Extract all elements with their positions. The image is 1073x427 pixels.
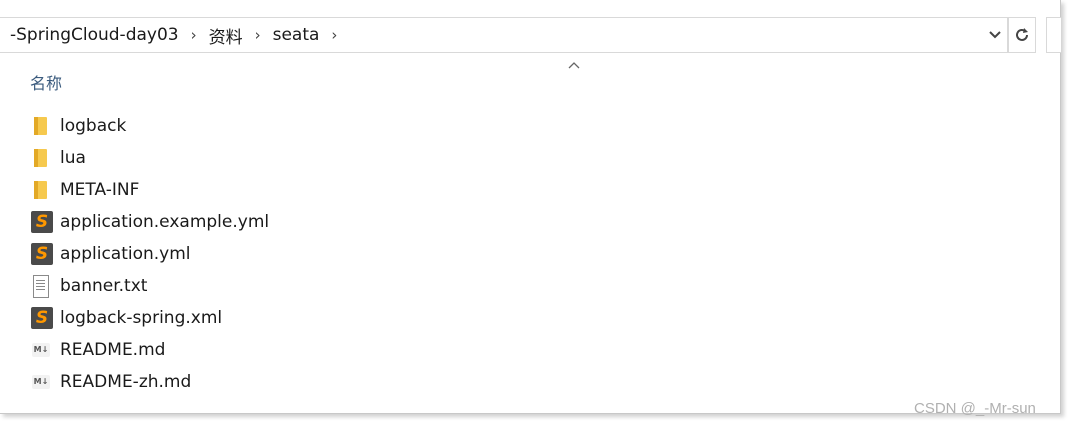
file-name: lua xyxy=(60,148,86,168)
file-list: logback lua META-INF S application.examp… xyxy=(30,110,269,398)
list-item[interactable]: S application.yml xyxy=(30,238,269,270)
markdown-file-icon: M↓ xyxy=(30,370,50,394)
list-item[interactable]: META-INF xyxy=(30,174,269,206)
address-bar[interactable]: -SpringCloud-day03 › 资料 › seata › xyxy=(0,17,1008,53)
folder-icon xyxy=(30,178,50,202)
folder-icon xyxy=(30,146,50,170)
breadcrumb-item-资料[interactable]: 资料 xyxy=(207,23,245,48)
list-item[interactable]: M↓ README-zh.md xyxy=(30,366,269,398)
text-file-icon xyxy=(30,274,50,298)
file-name: application.yml xyxy=(60,244,191,264)
chevron-right-icon[interactable]: › xyxy=(245,26,271,44)
file-name: logback-spring.xml xyxy=(60,308,223,328)
search-box[interactable] xyxy=(1046,17,1061,53)
chevron-right-icon[interactable]: › xyxy=(181,26,207,44)
sort-ascending-icon xyxy=(568,58,580,72)
file-name: application.example.yml xyxy=(60,212,270,232)
watermark: CSDN @_-Mr-sun xyxy=(914,400,1036,417)
list-item[interactable]: logback xyxy=(30,110,269,142)
list-item[interactable]: S application.example.yml xyxy=(30,206,269,238)
list-item[interactable]: M↓ README.md xyxy=(30,334,269,366)
explorer-window: -SpringCloud-day03 › 资料 › seata › 名称 log… xyxy=(0,0,1061,414)
markdown-file-icon: M↓ xyxy=(30,338,50,362)
file-name: logback xyxy=(60,116,127,136)
breadcrumb-item-seata[interactable]: seata xyxy=(271,25,322,45)
chevron-right-icon[interactable]: › xyxy=(321,26,347,44)
list-item[interactable]: lua xyxy=(30,142,269,174)
file-name: META-INF xyxy=(60,180,140,200)
breadcrumb: -SpringCloud-day03 › 资料 › seata › xyxy=(0,18,347,52)
list-item[interactable]: banner.txt xyxy=(30,270,269,302)
sublime-file-icon: S xyxy=(30,306,53,330)
file-name: README.md xyxy=(60,340,166,360)
breadcrumb-item-springcloud-day03[interactable]: -SpringCloud-day03 xyxy=(8,25,181,45)
sublime-file-icon: S xyxy=(30,210,53,234)
column-header-name[interactable]: 名称 xyxy=(30,70,62,94)
file-name: banner.txt xyxy=(60,276,148,296)
folder-icon xyxy=(30,114,50,138)
sublime-file-icon: S xyxy=(30,242,53,266)
refresh-icon[interactable] xyxy=(1008,17,1036,53)
list-item[interactable]: S logback-spring.xml xyxy=(30,302,269,334)
chevron-down-icon[interactable] xyxy=(983,18,1007,52)
file-name: README-zh.md xyxy=(60,372,192,392)
